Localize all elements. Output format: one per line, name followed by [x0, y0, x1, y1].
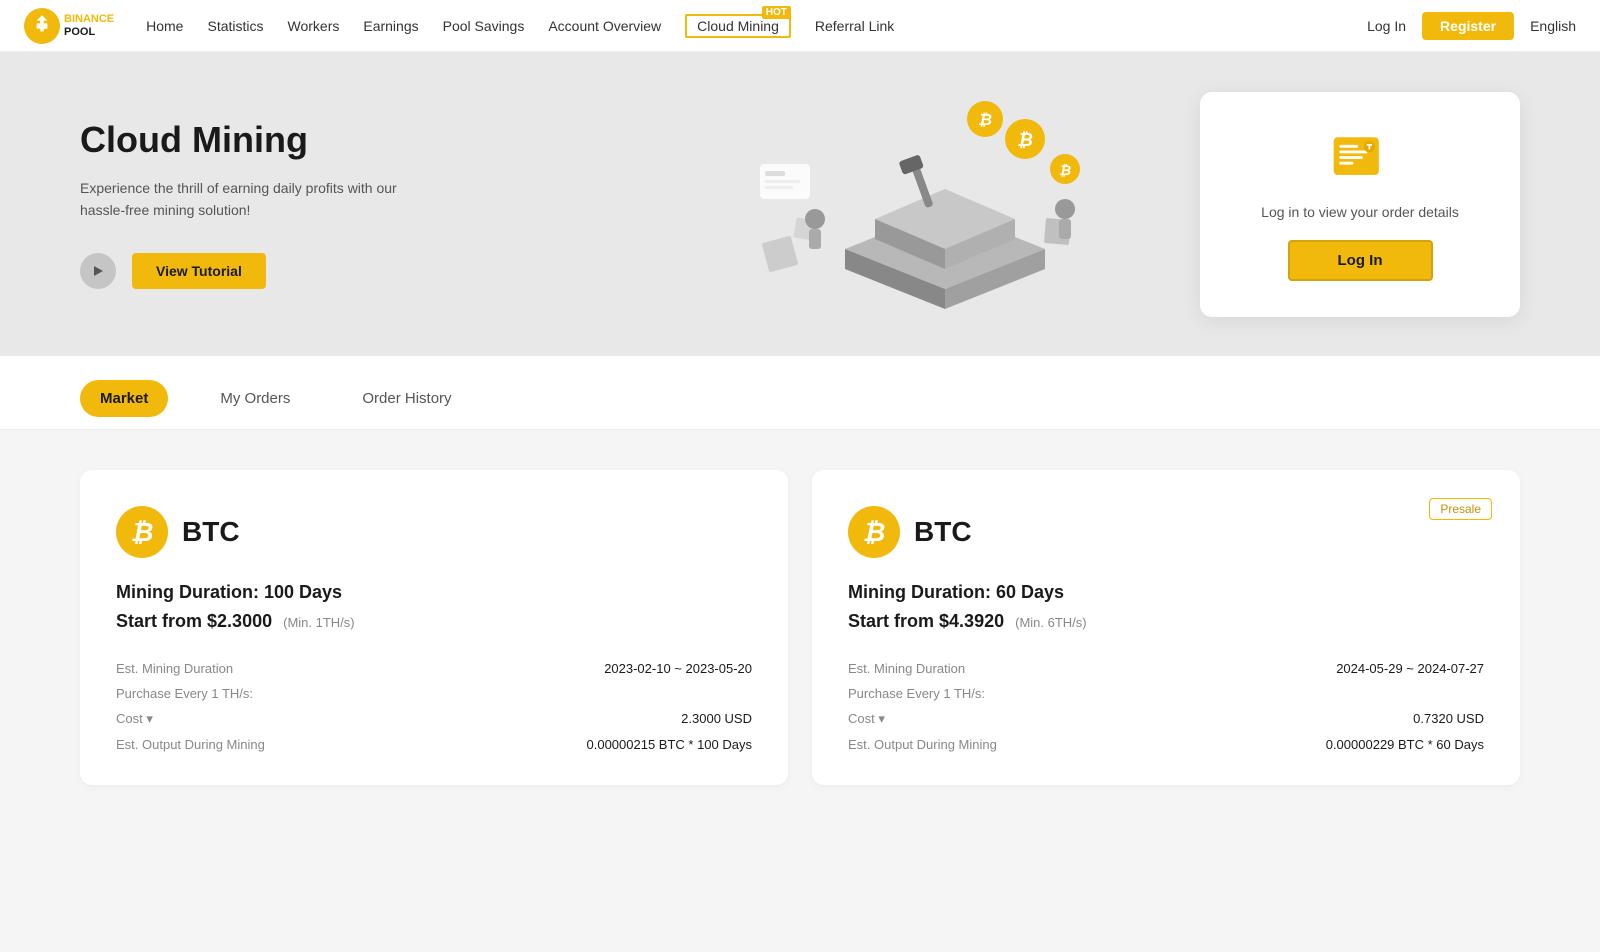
table-row: Est. Mining Duration 2023-02-10 ~ 2023-0…: [116, 656, 752, 681]
card-1-header: ₿ BTC: [116, 506, 752, 558]
nav-statistics[interactable]: Statistics: [207, 18, 263, 34]
nav-pool-savings[interactable]: Pool Savings: [443, 18, 525, 34]
nav-earnings[interactable]: Earnings: [363, 18, 418, 34]
nav-cloud-mining[interactable]: HOT Cloud Mining: [685, 14, 791, 38]
view-tutorial-button[interactable]: View Tutorial: [132, 253, 266, 289]
table-row: Purchase Every 1 TH/s:: [848, 681, 1484, 706]
detail-value: 2023-02-10 ~ 2023-05-20: [417, 656, 752, 681]
card-2-details: Est. Mining Duration 2024-05-29 ~ 2024-0…: [848, 656, 1484, 757]
hero-subtitle: Experience the thrill of earning daily p…: [80, 177, 420, 222]
cards-grid: ₿ BTC Mining Duration: 100 Days Start fr…: [80, 470, 1520, 785]
detail-label: Purchase Every 1 TH/s:: [848, 681, 1156, 706]
table-row: Cost ▾ 2.3000 USD: [116, 706, 752, 732]
detail-label: Est. Mining Duration: [116, 656, 417, 681]
mining-card-1: ₿ BTC Mining Duration: 100 Days Start fr…: [80, 470, 788, 785]
tab-market[interactable]: Market: [80, 380, 168, 417]
detail-label: Cost ▾: [116, 706, 417, 732]
card-1-duration: Mining Duration: 100 Days: [116, 582, 752, 603]
btc-icon-1: ₿: [116, 506, 168, 558]
detail-label: Purchase Every 1 TH/s:: [116, 681, 417, 706]
table-row: Cost ▾ 0.7320 USD: [848, 706, 1484, 732]
mining-card-2: Presale ₿ BTC Mining Duration: 60 Days S…: [812, 470, 1520, 785]
play-button[interactable]: [80, 253, 116, 289]
detail-label: Est. Output During Mining: [116, 732, 417, 757]
hero-title: Cloud Mining: [80, 119, 589, 161]
card-2-header: ₿ BTC: [848, 506, 1484, 558]
navbar: BINANCE POOL Home Statistics Workers Ear…: [0, 0, 1600, 52]
btc-label-1: BTC: [182, 516, 240, 548]
table-row: Purchase Every 1 TH/s:: [116, 681, 752, 706]
hero-section: Cloud Mining Experience the thrill of ea…: [0, 52, 1600, 356]
register-button[interactable]: Register: [1422, 12, 1514, 40]
detail-label: Est. Output During Mining: [848, 732, 1156, 757]
svg-text:₿: ₿: [1058, 162, 1070, 178]
btc-label-2: BTC: [914, 516, 972, 548]
login-link[interactable]: Log In: [1367, 18, 1406, 34]
order-icon: [1330, 130, 1390, 186]
table-row: Est. Output During Mining 0.00000229 BTC…: [848, 732, 1484, 757]
card-1-price: Start from $2.3000 (Min. 1TH/s): [116, 611, 752, 632]
nav-account-overview[interactable]: Account Overview: [548, 18, 661, 34]
hero-illustration: ₿ ₿ ₿: [589, 84, 1200, 324]
svg-text:₿: ₿: [978, 111, 992, 129]
logo[interactable]: BINANCE POOL: [24, 8, 114, 44]
tabs: Market My Orders Order History: [80, 380, 1520, 429]
detail-value: [1156, 681, 1484, 706]
card-2-duration: Mining Duration: 60 Days: [848, 582, 1484, 603]
nav-workers[interactable]: Workers: [288, 18, 340, 34]
binance-logo-icon: [24, 8, 60, 44]
table-row: Est. Mining Duration 2024-05-29 ~ 2024-0…: [848, 656, 1484, 681]
detail-value: [417, 681, 752, 706]
card-desc: Log in to view your order details: [1232, 204, 1488, 220]
svg-text:₿: ₿: [1017, 130, 1033, 150]
nav-referral-link[interactable]: Referral Link: [815, 18, 894, 34]
card-2-price: Start from $4.3920 (Min. 6TH/s): [848, 611, 1484, 632]
nav-cloud-mining-label: Cloud Mining: [697, 18, 779, 34]
detail-value: 2024-05-29 ~ 2024-07-27: [1156, 656, 1484, 681]
cards-section: ₿ BTC Mining Duration: 100 Days Start fr…: [0, 430, 1600, 825]
tab-my-orders[interactable]: My Orders: [200, 380, 310, 417]
tab-order-history[interactable]: Order History: [342, 380, 471, 417]
language-selector[interactable]: English: [1530, 18, 1576, 34]
hot-badge: HOT: [762, 6, 791, 19]
detail-label: Est. Mining Duration: [848, 656, 1156, 681]
card-icon: [1330, 128, 1390, 188]
nav-home[interactable]: Home: [146, 18, 183, 34]
play-icon: [92, 265, 104, 277]
mining-illustration: ₿ ₿ ₿: [685, 89, 1105, 319]
detail-value: 0.7320 USD: [1156, 706, 1484, 732]
btc-icon-2: ₿: [848, 506, 900, 558]
hero-buttons: View Tutorial: [80, 253, 589, 289]
tabs-section: Market My Orders Order History: [0, 356, 1600, 430]
card-1-details: Est. Mining Duration 2023-02-10 ~ 2023-0…: [116, 656, 752, 757]
card-login-button[interactable]: Log In: [1288, 240, 1433, 281]
detail-value: 0.00000229 BTC * 60 Days: [1156, 732, 1484, 757]
nav-right: Log In Register English: [1367, 12, 1576, 40]
hero-content: Cloud Mining Experience the thrill of ea…: [80, 119, 589, 290]
presale-badge: Presale: [1429, 498, 1492, 520]
detail-value: 0.00000215 BTC * 100 Days: [417, 732, 752, 757]
detail-value: 2.3000 USD: [417, 706, 752, 732]
hero-login-card: Log in to view your order details Log In: [1200, 92, 1520, 317]
nav-links: Home Statistics Workers Earnings Pool Sa…: [146, 14, 1367, 38]
table-row: Est. Output During Mining 0.00000215 BTC…: [116, 732, 752, 757]
detail-label: Cost ▾: [848, 706, 1156, 732]
